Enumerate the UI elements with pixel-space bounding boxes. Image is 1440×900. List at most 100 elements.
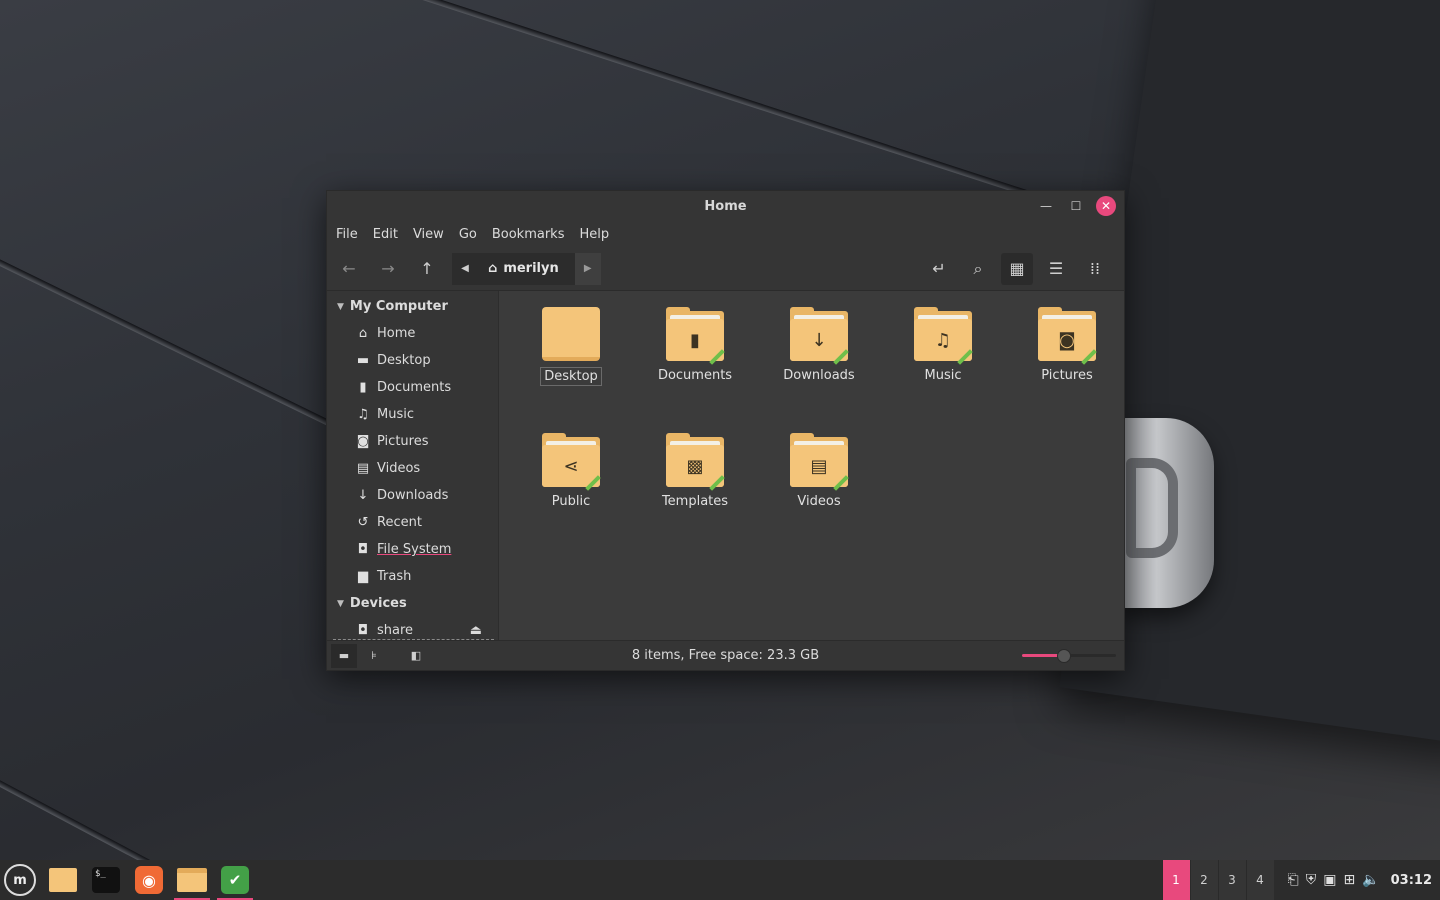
- folder-icon: [177, 868, 207, 892]
- menu-edit[interactable]: Edit: [367, 227, 404, 242]
- sidebar-item-label: share: [377, 623, 414, 638]
- sidebar: ▼ My Computer ⌂ Home ▬ Desktop ▮ Documents …: [327, 291, 498, 640]
- plain-folder-icon: [542, 307, 600, 361]
- sidebar-item-file-system[interactable]: ◘ File System: [327, 536, 498, 563]
- path-crumb-home[interactable]: ⌂ merilyn: [478, 252, 575, 285]
- icon-view-button[interactable]: ▦: [1001, 252, 1033, 285]
- menu-view[interactable]: View: [407, 227, 450, 242]
- sidebar-item-music[interactable]: ♫ Music: [327, 401, 498, 428]
- show-places-button[interactable]: ▬: [331, 643, 357, 668]
- shield-icon[interactable]: ⛨: [1306, 872, 1317, 888]
- sidebar-item-desktop[interactable]: ▬ Desktop: [327, 347, 498, 374]
- taskbar-update-manager[interactable]: ✔: [215, 860, 255, 900]
- mint-logo-icon: m: [4, 864, 36, 896]
- menu-bookmarks[interactable]: Bookmarks: [486, 227, 571, 242]
- file-item-documents[interactable]: ▮ Documents: [633, 307, 757, 433]
- file-item-videos[interactable]: ▤ Videos: [757, 433, 881, 559]
- list-view-button[interactable]: ☰: [1040, 253, 1072, 285]
- search-button[interactable]: ⌕: [962, 253, 994, 285]
- menu-help[interactable]: Help: [573, 227, 615, 242]
- sidebar-item-share[interactable]: ◘ share ⏏: [327, 617, 498, 640]
- forward-button[interactable]: →: [372, 253, 404, 285]
- sidebar-item-home[interactable]: ⌂ Home: [327, 320, 498, 347]
- sidebar-item-trash[interactable]: ▆ Trash: [327, 563, 498, 590]
- menu-go[interactable]: Go: [453, 227, 483, 242]
- shield-icon: ✔: [221, 866, 249, 894]
- tree-icon: ⊧: [371, 649, 377, 662]
- drive-icon[interactable]: ▣: [1323, 872, 1336, 888]
- path-scroll-right-button[interactable]: ▶: [574, 252, 601, 285]
- download-folder-icon: ↓: [790, 307, 849, 365]
- music-folder-icon: ♫: [914, 307, 973, 365]
- sidebar-item-pictures[interactable]: ◙ Pictures: [327, 428, 498, 455]
- sidebar-item-videos[interactable]: ▤ Videos: [327, 455, 498, 482]
- clock[interactable]: 03:12: [1391, 873, 1432, 888]
- zoom-handle[interactable]: [1057, 649, 1072, 663]
- taskbar-nemo-window[interactable]: [172, 860, 212, 900]
- file-label: Desktop: [540, 367, 602, 386]
- sidebar-section-devices[interactable]: ▼ Devices: [327, 590, 498, 617]
- taskbar-files-launcher[interactable]: [43, 860, 83, 900]
- file-label: Pictures: [1041, 368, 1093, 383]
- workspace-3[interactable]: 3: [1217, 860, 1246, 900]
- taskbar-terminal-launcher[interactable]: $_: [86, 860, 126, 900]
- toolbar: ← → ↑ ◀ ⌂ merilyn ▶ ↵ ⌕ ▦ ☰ ⁞⁞: [327, 247, 1124, 291]
- window-title: Home: [704, 198, 747, 214]
- file-grid: Desktop ▮ Documents ↓ Downloads ♫ Music …: [509, 307, 1129, 559]
- workspace-4[interactable]: 4: [1245, 860, 1274, 900]
- clipboard-icon[interactable]: ⎗: [1288, 872, 1299, 888]
- file-item-public[interactable]: ⋖ Public: [509, 433, 633, 559]
- folder-icon: ▬: [338, 649, 350, 662]
- home-icon: ⌂: [488, 261, 498, 276]
- close-button[interactable]: ✕: [1096, 196, 1116, 216]
- file-label: Documents: [657, 368, 733, 383]
- sidebar-item-label: Music: [377, 407, 414, 422]
- workspace-1[interactable]: 1: [1161, 860, 1190, 900]
- sidebar-section-my-computer[interactable]: ▼ My Computer: [327, 293, 498, 320]
- path-scroll-left-button[interactable]: ◀: [452, 252, 478, 285]
- firefox-icon: ◉: [135, 866, 163, 894]
- file-item-pictures[interactable]: ◙ Pictures: [1005, 307, 1129, 433]
- volume-icon[interactable]: 🔈: [1362, 872, 1379, 888]
- toggle-sidebar-button[interactable]: ◧: [403, 644, 429, 668]
- drive-icon: ◘: [357, 623, 369, 638]
- back-button[interactable]: ←: [333, 253, 365, 285]
- location-toggle-button[interactable]: ↵: [923, 253, 955, 285]
- show-treeview-button[interactable]: ⊧: [361, 644, 387, 668]
- compact-grid-icon: ⁞⁞: [1089, 259, 1101, 278]
- file-view[interactable]: Desktop ▮ Documents ↓ Downloads ♫ Music …: [498, 291, 1124, 640]
- maximize-button[interactable]: ☐: [1066, 196, 1086, 216]
- file-item-desktop[interactable]: Desktop: [509, 307, 633, 433]
- zoom-slider[interactable]: [1022, 648, 1116, 664]
- sidebar-item-label: Documents: [377, 380, 452, 395]
- sidebar-item-recent[interactable]: ↺ Recent: [327, 509, 498, 536]
- compact-view-button[interactable]: ⁞⁞: [1079, 253, 1111, 285]
- triangle-right-icon: ▶: [583, 263, 592, 274]
- up-button[interactable]: ↑: [411, 253, 443, 285]
- home-icon: ⌂: [358, 326, 368, 341]
- network-icon[interactable]: ⊞: [1343, 872, 1355, 888]
- film-icon: ▤: [356, 461, 370, 476]
- mint-wallpaper-logo: [1118, 418, 1214, 608]
- file-item-music[interactable]: ♫ Music: [881, 307, 1005, 433]
- workspace-2[interactable]: 2: [1189, 860, 1218, 900]
- document-icon: ▮: [359, 380, 367, 395]
- file-label: Public: [551, 494, 591, 509]
- file-label: Videos: [797, 494, 841, 509]
- download-icon: ↓: [357, 488, 369, 503]
- menu-file[interactable]: File: [330, 227, 364, 242]
- minimize-button[interactable]: —: [1036, 196, 1056, 216]
- sidebar-item-downloads[interactable]: ↓ Downloads: [327, 482, 498, 509]
- titlebar[interactable]: Home — ☐ ✕: [327, 191, 1124, 221]
- workspace-switcher: 1 2 3 4: [1161, 860, 1274, 900]
- file-item-templates[interactable]: ▩ Templates: [633, 433, 757, 559]
- taskbar-firefox-launcher[interactable]: ◉: [129, 860, 169, 900]
- file-item-downloads[interactable]: ↓ Downloads: [757, 307, 881, 433]
- eject-icon[interactable]: ⏏: [470, 623, 482, 638]
- expand-triangle-icon: ▼: [337, 301, 344, 312]
- list-icon: ☰: [1048, 259, 1064, 278]
- sidebar-item-documents[interactable]: ▮ Documents: [327, 374, 498, 401]
- file-label: Music: [924, 368, 962, 383]
- statusbar: ▬ ⊧ ◧ 8 items, Free space: 23.3 GB: [327, 640, 1124, 670]
- menu-button[interactable]: m: [0, 860, 40, 900]
